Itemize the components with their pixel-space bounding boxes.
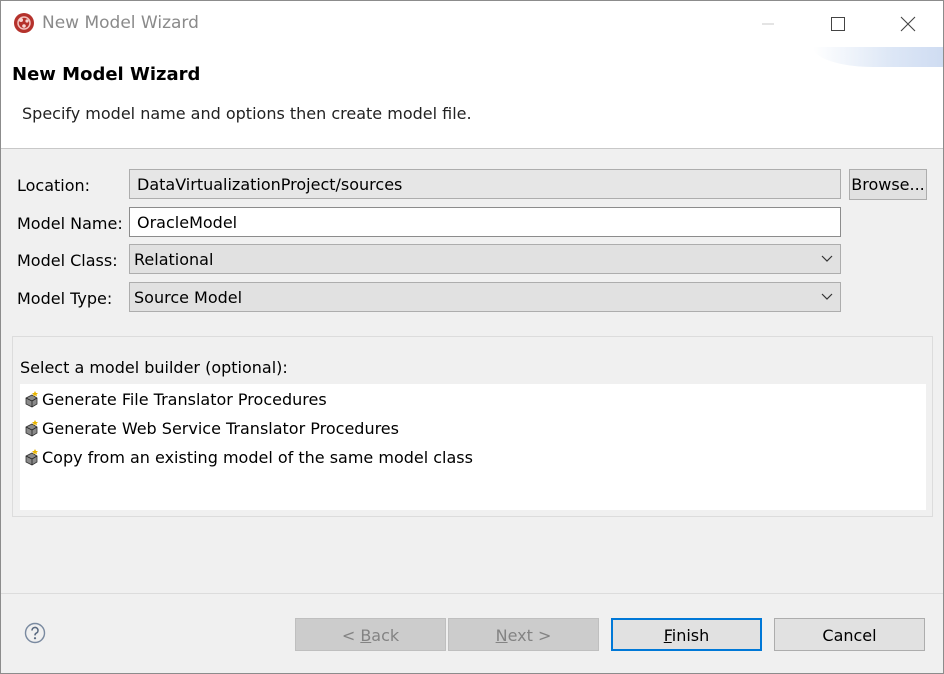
next-button[interactable]: Next >: [448, 618, 599, 651]
close-button[interactable]: [885, 7, 931, 41]
model-name-label: Model Name:: [17, 214, 123, 233]
wizard-icon: [25, 449, 38, 466]
model-builder-list[interactable]: Generate File Translator Procedures Gene…: [20, 384, 926, 510]
list-item-label: Generate File Translator Procedures: [42, 389, 327, 409]
title-bar[interactable]: New Model Wizard: [1, 1, 943, 47]
window-title: New Model Wizard: [42, 13, 199, 33]
app-logo-icon: [14, 13, 34, 33]
list-item-label: Copy from an existing model of the same …: [42, 447, 473, 467]
back-mnemonic: B: [360, 626, 372, 645]
model-type-select[interactable]: Source Model: [129, 282, 841, 312]
wizard-header: New Model Wizard Specify model name and …: [1, 47, 943, 149]
new-model-wizard-dialog: New Model Wizard New Model Wizard Specif…: [0, 0, 944, 674]
finish-mnemonic: F: [663, 626, 672, 645]
next-rest: ext >: [507, 626, 552, 645]
minimize-icon: [762, 23, 774, 25]
wizard-title: New Model Wizard: [12, 64, 201, 85]
list-item[interactable]: Generate File Translator Procedures: [23, 386, 327, 412]
model-builder-label: Select a model builder (optional):: [20, 358, 288, 377]
close-icon: [900, 16, 916, 32]
back-prefix: <: [341, 626, 361, 645]
wizard-description: Specify model name and options then crea…: [22, 104, 472, 123]
wizard-icon: [25, 391, 38, 408]
back-button[interactable]: < Back: [295, 618, 446, 651]
location-field[interactable]: DataVirtualizationProject/sources: [129, 169, 841, 199]
list-item-label: Generate Web Service Translator Procedur…: [42, 418, 399, 438]
wizard-icon: [25, 420, 38, 437]
model-class-select[interactable]: Relational: [129, 244, 841, 274]
list-item[interactable]: Generate Web Service Translator Procedur…: [23, 415, 399, 441]
model-name-input[interactable]: [129, 207, 841, 237]
footer-divider: [1, 593, 943, 594]
list-item[interactable]: Copy from an existing model of the same …: [23, 444, 473, 470]
next-mnemonic: N: [495, 626, 508, 645]
help-icon[interactable]: [24, 622, 46, 644]
minimize-button[interactable]: [745, 7, 791, 41]
maximize-button[interactable]: [815, 7, 861, 41]
browse-button[interactable]: Browse...: [849, 169, 927, 200]
chevron-down-icon: [821, 255, 833, 262]
finish-rest: inish: [671, 626, 710, 645]
model-class-label: Model Class:: [17, 251, 118, 270]
back-rest: ack: [371, 626, 400, 645]
chevron-down-icon: [821, 293, 833, 300]
finish-button[interactable]: Finish: [611, 618, 762, 651]
location-label: Location:: [17, 176, 91, 195]
header-decoration: [813, 47, 943, 67]
model-type-label: Model Type:: [17, 289, 113, 308]
cancel-button[interactable]: Cancel: [774, 618, 925, 651]
model-type-value: Source Model: [134, 288, 243, 307]
maximize-icon: [831, 17, 845, 31]
model-class-value: Relational: [134, 250, 214, 269]
